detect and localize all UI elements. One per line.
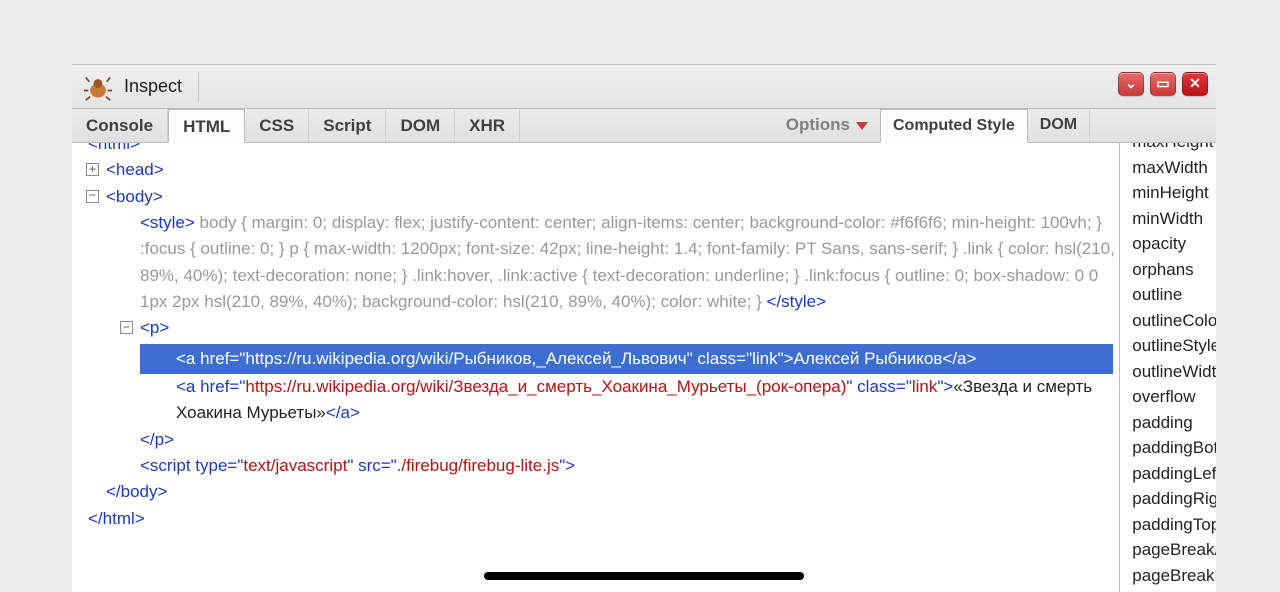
- style-row[interactable]: outline"rgb(11, 102, 193) none: [1132, 282, 1208, 308]
- style-row[interactable]: pageBreakBefore"auto": [1132, 563, 1208, 589]
- node-anchor-2[interactable]: <a href="https://ru.wikipedia.org/wiki/З…: [140, 374, 1119, 427]
- tab-xhr[interactable]: XHR: [455, 109, 520, 142]
- style-row[interactable]: outlineWidth"0px": [1132, 359, 1208, 385]
- style-property: padding: [1132, 410, 1216, 436]
- node-style[interactable]: <style> body { margin: 0; display: flex;…: [106, 210, 1119, 315]
- node-p-open[interactable]: <p>: [140, 318, 169, 337]
- main-tabbar: Console HTML CSS Script DOM XHR Options: [72, 109, 880, 143]
- options-menu[interactable]: Options: [786, 115, 868, 135]
- style-property: maxWidth: [1132, 155, 1216, 181]
- tab-computed-style[interactable]: Computed Style: [880, 109, 1028, 143]
- style-property: pageBreakAfter: [1132, 537, 1216, 563]
- node-p-close[interactable]: </p>: [140, 430, 174, 449]
- style-row[interactable]: outlineColor"rgb(11, 102, 193)": [1132, 308, 1208, 334]
- style-property: outlineColor: [1132, 308, 1216, 334]
- expand-icon[interactable]: [86, 163, 99, 176]
- style-row[interactable]: outlineStyle"none": [1132, 333, 1208, 359]
- style-row[interactable]: overflow"visible": [1132, 384, 1208, 410]
- style-property: maxHeight: [1132, 143, 1216, 155]
- style-property: paddingBottom: [1132, 435, 1216, 461]
- tab-css[interactable]: CSS: [245, 109, 309, 142]
- selected-node[interactable]: <a href="https://ru.wikipedia.org/wiki/Р…: [140, 344, 1113, 374]
- style-row[interactable]: padding"0px": [1132, 410, 1208, 436]
- toolbar: Inspect ⌄ ▭ ✕: [72, 65, 1216, 109]
- style-property: minHeight: [1132, 180, 1216, 206]
- style-row[interactable]: minWidth"0px": [1132, 206, 1208, 232]
- minimize-button[interactable]: ⌄: [1118, 72, 1144, 96]
- style-property: minWidth: [1132, 206, 1216, 232]
- style-property: outlineWidth: [1132, 359, 1216, 385]
- style-row[interactable]: minHeight"0px": [1132, 180, 1208, 206]
- style-row[interactable]: maxWidth"none": [1132, 155, 1208, 181]
- node-html-close[interactable]: </html>: [72, 506, 1119, 532]
- node-html-open[interactable]: <html>: [72, 143, 1119, 157]
- style-row[interactable]: paddingTop"0px": [1132, 512, 1208, 538]
- node-head[interactable]: <head>: [72, 157, 1119, 183]
- separator: [198, 72, 199, 102]
- firebug-icon[interactable]: [84, 73, 112, 101]
- home-indicator: [484, 572, 804, 580]
- tab-dom[interactable]: DOM: [386, 109, 455, 142]
- style-row[interactable]: paddingRight"0px": [1132, 486, 1208, 512]
- style-row[interactable]: maxHeight"none": [1132, 143, 1208, 155]
- node-body-close[interactable]: </body>: [106, 482, 167, 501]
- computed-style-panel[interactable]: maxHeight"none"maxWidth"none"minHeight"0…: [1119, 143, 1216, 592]
- style-row[interactable]: paddingBottom"0px": [1132, 435, 1208, 461]
- style-property: orphans: [1132, 257, 1216, 283]
- style-property: paddingLeft: [1132, 461, 1216, 487]
- style-property: pageBreakBefore: [1132, 563, 1216, 589]
- style-row[interactable]: orphans"auto": [1132, 257, 1208, 283]
- style-property: paddingTop: [1132, 512, 1216, 538]
- tab-side-dom[interactable]: DOM: [1028, 109, 1090, 142]
- close-button[interactable]: ✕: [1182, 72, 1208, 96]
- node-body[interactable]: <body> <style> body { margin: 0; display…: [72, 184, 1119, 506]
- debugger-window: Inspect ⌄ ▭ ✕ Console HTML CSS Script DO…: [72, 64, 1216, 592]
- style-property: overflow: [1132, 384, 1216, 410]
- collapse-icon[interactable]: [120, 321, 133, 334]
- side-tabbar: Computed Style DOM: [880, 109, 1216, 143]
- style-row[interactable]: paddingLeft"0px": [1132, 461, 1208, 487]
- chevron-down-icon: [856, 122, 868, 130]
- style-row[interactable]: opacity"1": [1132, 231, 1208, 257]
- inspect-label[interactable]: Inspect: [124, 76, 182, 97]
- collapse-icon[interactable]: [86, 190, 99, 203]
- tab-script[interactable]: Script: [309, 109, 386, 142]
- popout-button[interactable]: ▭: [1150, 72, 1176, 96]
- style-property: paddingRight: [1132, 486, 1216, 512]
- style-property: outline: [1132, 282, 1216, 308]
- tab-console[interactable]: Console: [72, 109, 168, 142]
- style-property: opacity: [1132, 231, 1216, 257]
- style-property: outlineStyle: [1132, 333, 1216, 359]
- tab-html[interactable]: HTML: [168, 109, 245, 143]
- style-row[interactable]: pageBreakAfter"auto": [1132, 537, 1208, 563]
- node-script[interactable]: <script type="text/javascript" src="./fi…: [106, 453, 1119, 479]
- html-tree-panel[interactable]: <html> <head> <body> <style> body { marg…: [72, 143, 1119, 592]
- options-label: Options: [786, 115, 850, 135]
